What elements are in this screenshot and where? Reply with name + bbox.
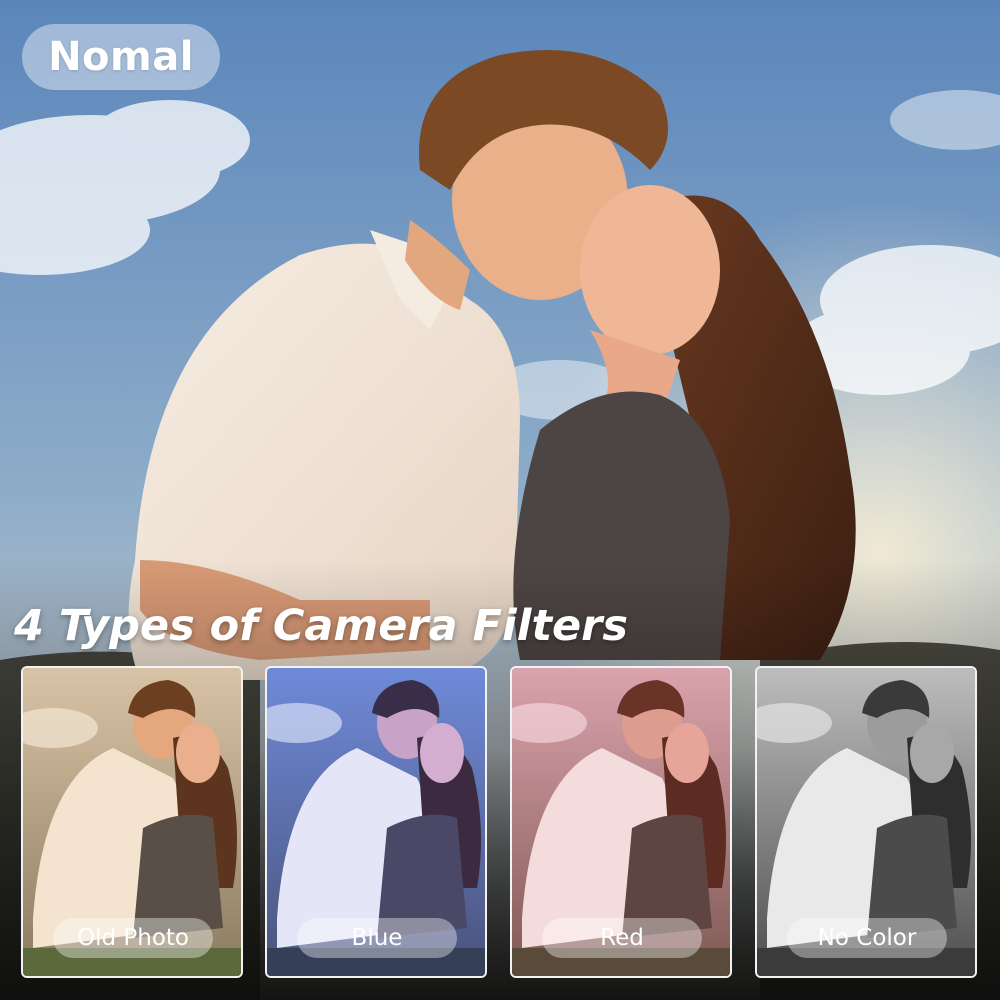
filter-card-red[interactable]: Red bbox=[510, 666, 732, 978]
filter-card-blue[interactable]: Blue bbox=[265, 666, 487, 978]
headline: 4 Types of Camera Filters bbox=[14, 601, 628, 651]
filter-card-no-color[interactable]: No Color bbox=[755, 666, 977, 978]
filter-label-red: Red bbox=[542, 918, 702, 958]
filter-card-old-photo[interactable]: Old Photo bbox=[21, 666, 243, 978]
photo-stage: Nomal 4 Types of Camera Filters Old Phot… bbox=[0, 0, 1000, 1000]
filter-label-no-color: No Color bbox=[787, 918, 947, 958]
filter-options: Old Photo Blue Red No Color bbox=[0, 666, 1000, 986]
filter-mode-label: Nomal bbox=[48, 34, 194, 80]
filter-label-blue: Blue bbox=[297, 918, 457, 958]
filter-label-old-photo: Old Photo bbox=[53, 918, 213, 958]
filter-mode-badge: Nomal bbox=[22, 24, 220, 90]
